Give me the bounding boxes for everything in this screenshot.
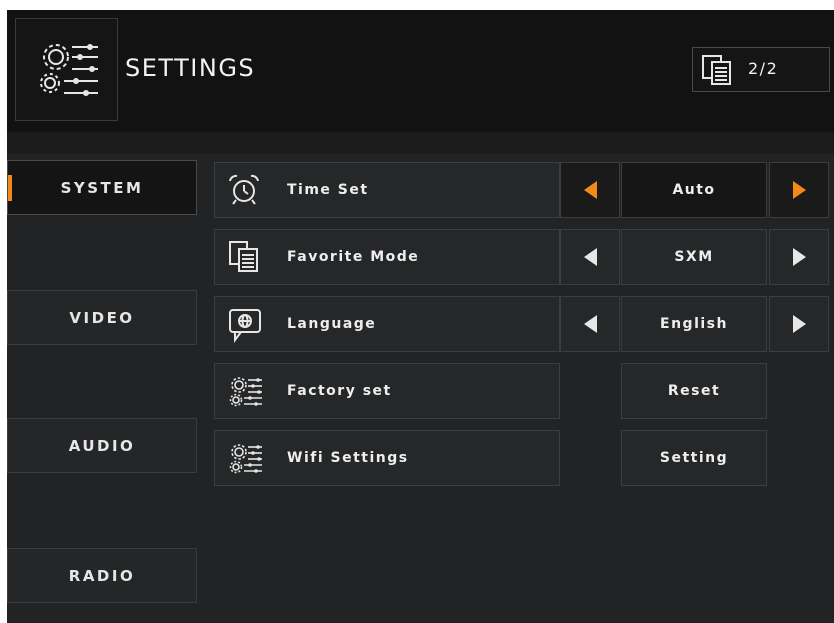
language-next-button[interactable] xyxy=(769,296,829,352)
gear-sliders-icon xyxy=(229,444,262,474)
pages-icon xyxy=(702,55,731,85)
factory-set-row: Factory set xyxy=(214,363,560,419)
sidebar-item-radio[interactable]: RADIO xyxy=(7,548,197,603)
globe-chat-icon xyxy=(229,309,261,343)
sidebar-item-label: SYSTEM xyxy=(60,178,144,197)
setting-label: Language xyxy=(287,316,377,332)
page-title: SETTINGS xyxy=(125,54,256,82)
language-value: English xyxy=(621,296,767,352)
arrow-right-icon xyxy=(792,181,806,199)
settings-logo xyxy=(15,18,118,121)
arrow-right-icon xyxy=(792,315,806,333)
setting-label: Favorite Mode xyxy=(287,249,420,265)
time-set-prev-button[interactable] xyxy=(560,162,620,218)
arrow-right-icon xyxy=(792,248,806,266)
sidebar-item-label: VIDEO xyxy=(69,308,135,327)
time-set-next-button[interactable] xyxy=(769,162,829,218)
setting-label: Factory set xyxy=(287,383,392,399)
sidebar-item-audio[interactable]: AUDIO xyxy=(7,418,197,473)
gear-sliders-icon xyxy=(229,377,262,407)
arrow-left-icon xyxy=(583,248,597,266)
sidebar-item-label: RADIO xyxy=(68,566,136,585)
sidebar-item-label: AUDIO xyxy=(68,436,136,455)
time-set-value: Auto xyxy=(621,162,767,218)
arrow-left-icon xyxy=(583,315,597,333)
sidebar-item-video[interactable]: VIDEO xyxy=(7,290,197,345)
header-bar: SETTINGS 2/2 xyxy=(7,10,834,132)
alarm-clock-icon xyxy=(229,174,259,205)
setting-label: Time Set xyxy=(287,182,369,198)
favorite-mode-value: SXM xyxy=(621,229,767,285)
favorite-pages-icon xyxy=(229,241,258,272)
setting-value: Reset xyxy=(667,383,721,399)
settings-screen: SETTINGS 2/2 SYSTEM VIDEO AUDIO RADIO Ti… xyxy=(7,10,834,623)
page-indicator[interactable]: 2/2 xyxy=(692,47,830,92)
setting-value: English xyxy=(660,316,728,332)
setting-value: Auto xyxy=(672,182,716,198)
sidebar-item-system[interactable]: SYSTEM xyxy=(7,160,197,215)
setting-value: SXM xyxy=(674,249,714,265)
language-row[interactable]: Language xyxy=(214,296,560,352)
favorite-mode-row[interactable]: Favorite Mode xyxy=(214,229,560,285)
settings-gear-sliders-icon xyxy=(40,44,98,96)
page-number: 2/2 xyxy=(748,59,779,78)
favorite-mode-prev-button[interactable] xyxy=(560,229,620,285)
setting-value: Setting xyxy=(659,450,729,466)
time-set-row[interactable]: Time Set xyxy=(214,162,560,218)
arrow-left-icon xyxy=(583,181,597,199)
wifi-settings-row: Wifi Settings xyxy=(214,430,560,486)
wifi-setting-button[interactable]: Setting xyxy=(621,430,767,486)
favorite-mode-next-button[interactable] xyxy=(769,229,829,285)
header-divider xyxy=(7,132,834,154)
language-prev-button[interactable] xyxy=(560,296,620,352)
setting-label: Wifi Settings xyxy=(287,450,409,466)
reset-button[interactable]: Reset xyxy=(621,363,767,419)
